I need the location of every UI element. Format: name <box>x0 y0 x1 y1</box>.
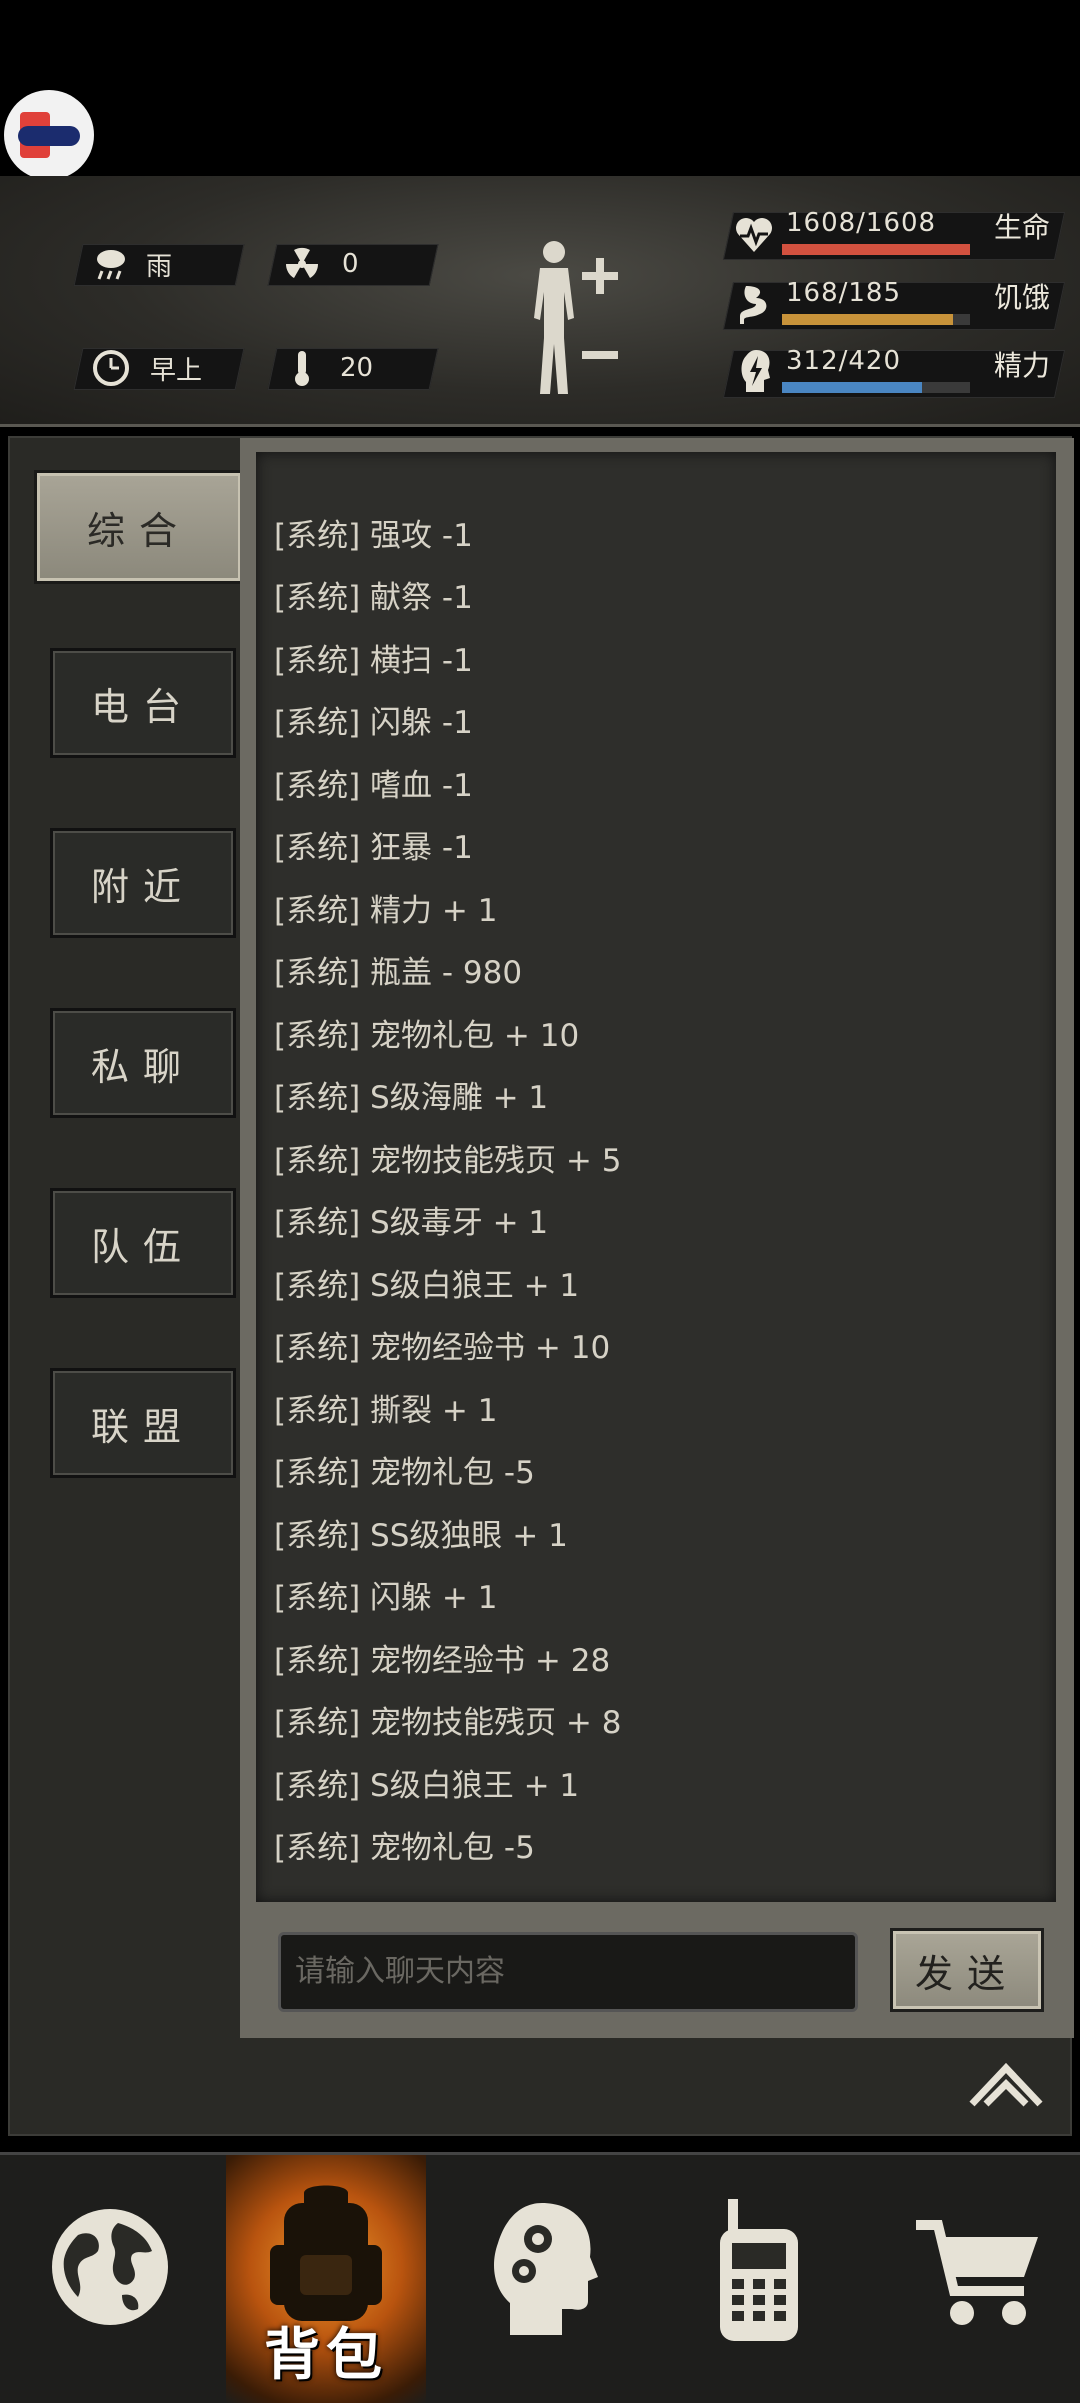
chat-panel: [系统] 强攻 -1 [系统] 献祭 -1 [系统] 横扫 -1 [系统] 闪躲… <box>240 438 1074 2038</box>
bottom-nav: 背包 <box>0 2152 1080 2403</box>
chat-message: [系统] 宠物经验书 + 28 <box>274 1643 611 1679</box>
chat-message: [系统] 横扫 -1 <box>274 643 473 679</box>
nav-skills[interactable] <box>440 2155 650 2403</box>
human-body-icon[interactable] <box>524 238 584 398</box>
health-bar <box>782 244 970 255</box>
time-of-day-text: 早上 <box>150 355 203 386</box>
weather-text: 雨 <box>146 251 173 282</box>
temperature-value: 20 <box>340 353 374 383</box>
status-header: 雨 0 早上 20 1608/1608 生命 168/185 饥饿 312/42… <box>0 176 1080 427</box>
tab-private[interactable]: 私聊 <box>50 1008 236 1118</box>
chat-message: [系统] 狂暴 -1 <box>274 830 473 866</box>
hunger-value: 168/185 <box>786 278 902 308</box>
chat-message: [系统] S级毒牙 + 1 <box>274 1205 549 1241</box>
chat-message: [系统] 精力 + 1 <box>274 893 498 929</box>
energy-bar-fill <box>782 382 922 393</box>
thermometer-icon <box>295 351 309 386</box>
tab-team[interactable]: 队伍 <box>50 1188 236 1298</box>
chat-message: [系统] 撕裂 + 1 <box>274 1393 498 1429</box>
hunger-label: 饥饿 <box>994 281 1051 314</box>
chat-message: [系统] 宠物礼包 -5 <box>274 1455 535 1491</box>
health-label: 生命 <box>994 211 1051 244</box>
chat-message: [系统] 闪躲 -1 <box>274 705 473 741</box>
chat-message: [系统] 强攻 -1 <box>274 518 473 554</box>
chat-message: [系统] S级白狼王 + 1 <box>274 1268 580 1304</box>
send-button[interactable]: 发送 <box>890 1928 1044 2012</box>
energy-label: 精力 <box>994 349 1051 382</box>
chat-message: [系统] 宠物技能残页 + 8 <box>274 1705 622 1741</box>
tab-general[interactable]: 综合 <box>34 470 244 584</box>
rain-cloud-icon <box>97 250 125 280</box>
head-gears-icon <box>494 2203 598 2335</box>
chat-message: [系统] S级海雕 + 1 <box>274 1080 549 1116</box>
radiation-icon <box>285 247 319 278</box>
chat-message: [系统] SS级独眼 + 1 <box>274 1518 568 1554</box>
chat-log[interactable]: [系统] 强攻 -1 [系统] 献祭 -1 [系统] 横扫 -1 [系统] 闪躲… <box>256 452 1056 1902</box>
chat-message: [系统] 献祭 -1 <box>274 580 473 616</box>
chat-message: [系统] 宠物礼包 + 10 <box>274 1018 580 1054</box>
nav-backpack[interactable]: 背包 <box>226 2155 426 2403</box>
plus-icon[interactable] <box>580 256 620 296</box>
hunger-bar-fill <box>782 314 953 325</box>
walkie-talkie-icon <box>720 2199 798 2341</box>
health-bar-fill <box>782 244 970 255</box>
tab-nearby[interactable]: 附近 <box>50 828 236 938</box>
floating-assistant-button[interactable] <box>4 90 94 180</box>
floating-mask-icon <box>18 126 80 146</box>
chat-message: [系统] 瓶盖 - 980 <box>274 955 523 991</box>
chat-message: [系统] 闪躲 + 1 <box>274 1580 498 1616</box>
tab-alliance[interactable]: 联盟 <box>50 1368 236 1478</box>
nav-shop[interactable] <box>866 2155 1076 2403</box>
minus-icon[interactable] <box>582 348 618 362</box>
heart-pulse-icon <box>736 218 772 252</box>
chat-message: [系统] 嗜血 -1 <box>274 768 473 804</box>
globe-icon <box>52 2209 168 2325</box>
cart-icon <box>916 2220 1038 2325</box>
nav-radio[interactable] <box>656 2155 866 2403</box>
collapse-chevron-icon[interactable] <box>968 2060 1044 2110</box>
energy-value: 312/420 <box>786 346 902 376</box>
clock-icon <box>93 350 129 386</box>
stomach-icon <box>740 286 767 324</box>
chat-message: [系统] 宠物技能残页 + 5 <box>274 1143 622 1179</box>
chat-input[interactable]: 请输入聊天内容 <box>278 1932 858 2012</box>
chat-message: [系统] S级白狼王 + 1 <box>274 1768 580 1804</box>
energy-bar <box>782 382 970 393</box>
nav-backpack-label: 背包 <box>264 2323 388 2388</box>
chat-message: [系统] 宠物礼包 -5 <box>274 1830 535 1866</box>
tab-radio[interactable]: 电台 <box>50 648 236 758</box>
nav-world[interactable] <box>8 2155 218 2403</box>
head-bolt-icon <box>741 350 770 392</box>
chat-message: [系统] 宠物经验书 + 10 <box>274 1330 611 1366</box>
hunger-bar <box>782 314 970 325</box>
radiation-value: 0 <box>342 249 359 279</box>
health-value: 1608/1608 <box>786 208 937 238</box>
